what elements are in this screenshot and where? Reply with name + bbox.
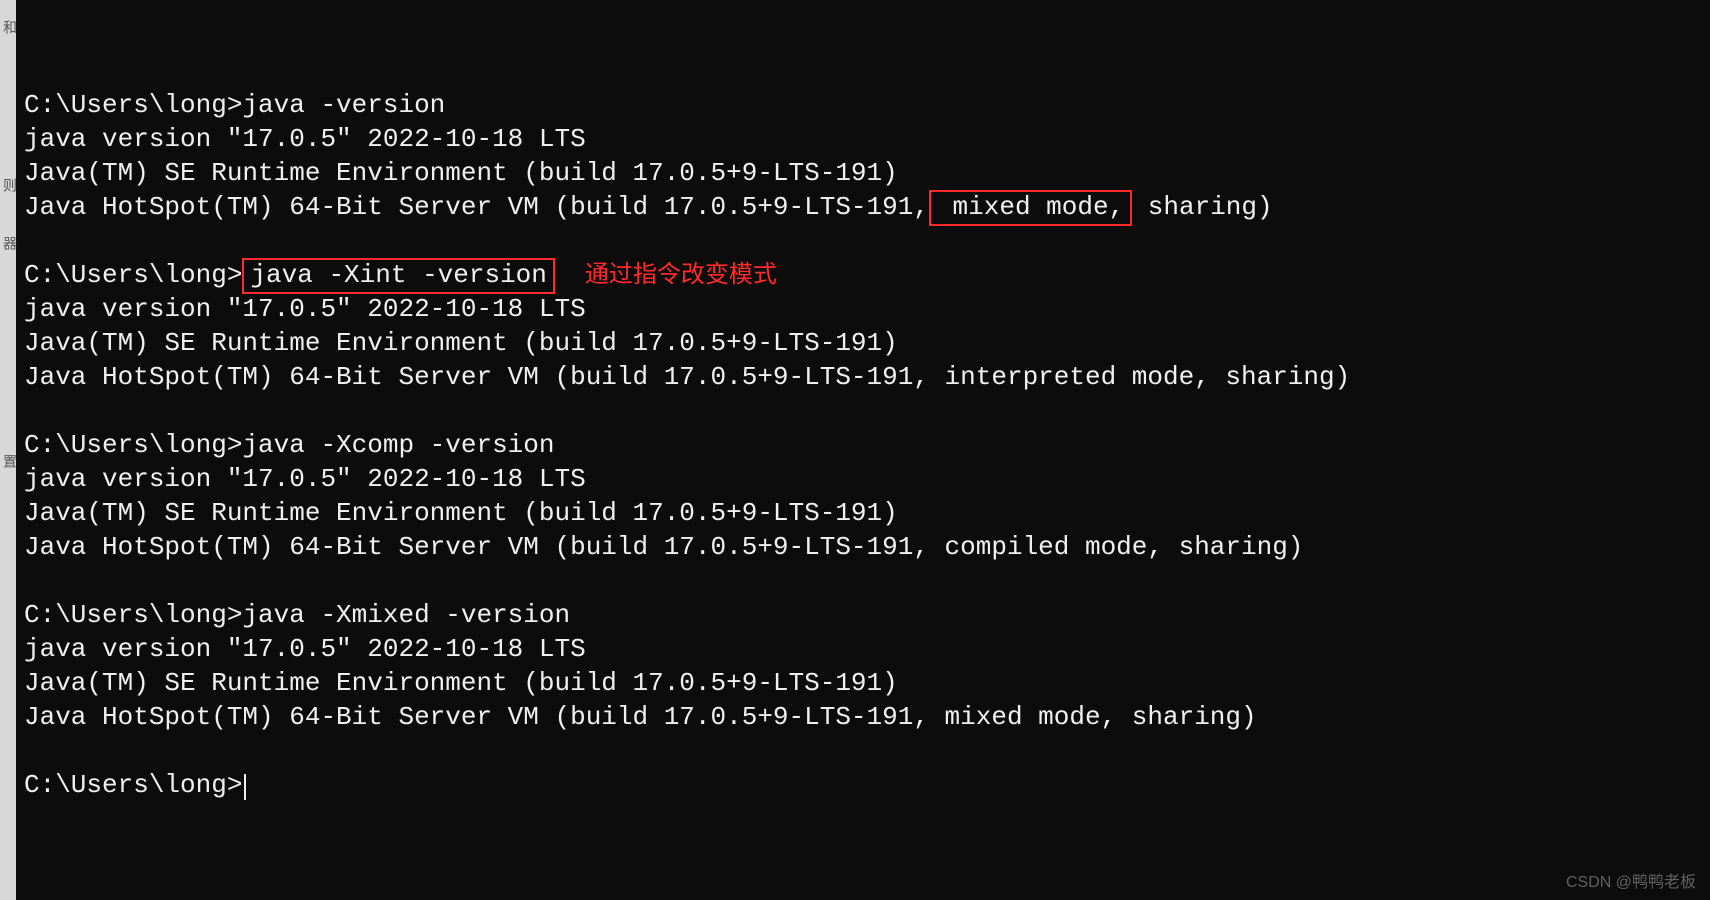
prompt: C:\Users\long> [24, 260, 242, 290]
output-line: Java(TM) SE Runtime Environment (build 1… [24, 498, 898, 528]
terminal-output[interactable]: C:\Users\long>java -version java version… [24, 20, 1700, 802]
prompt: C:\Users\long> [24, 90, 242, 120]
editor-left-strip: 和 则 器 置 [0, 0, 16, 900]
output-line: Java(TM) SE Runtime Environment (build 1… [24, 328, 898, 358]
command-text: java -version [242, 90, 445, 120]
output-line: java version "17.0.5" 2022-10-18 LTS [24, 464, 586, 494]
output-line: java version "17.0.5" 2022-10-18 LTS [24, 124, 586, 154]
prompt: C:\Users\long> [24, 600, 242, 630]
output-line: java version "17.0.5" 2022-10-18 LTS [24, 634, 586, 664]
output-line: Java HotSpot(TM) 64-Bit Server VM (build… [24, 192, 929, 222]
command-highlight: java -Xint -version [242, 258, 554, 294]
output-line: Java(TM) SE Runtime Environment (build 1… [24, 158, 898, 188]
prompt: C:\Users\long> [24, 430, 242, 460]
output-line: java version "17.0.5" 2022-10-18 LTS [24, 294, 586, 324]
cursor [244, 774, 246, 800]
output-line: Java(TM) SE Runtime Environment (build 1… [24, 668, 898, 698]
command-text: java -Xmixed -version [242, 600, 570, 630]
output-line: Java HotSpot(TM) 64-Bit Server VM (build… [24, 702, 1257, 732]
prompt: C:\Users\long> [24, 770, 242, 800]
mixed-mode-highlight: mixed mode, [929, 190, 1132, 226]
watermark: CSDN @鸭鸭老板 [1566, 868, 1696, 892]
command-text: java -Xcomp -version [242, 430, 554, 460]
annotation-text: 通过指令改变模式 [585, 261, 777, 288]
output-line: Java HotSpot(TM) 64-Bit Server VM (build… [24, 362, 1350, 392]
output-line: sharing) [1132, 192, 1272, 222]
output-line: Java HotSpot(TM) 64-Bit Server VM (build… [24, 532, 1303, 562]
